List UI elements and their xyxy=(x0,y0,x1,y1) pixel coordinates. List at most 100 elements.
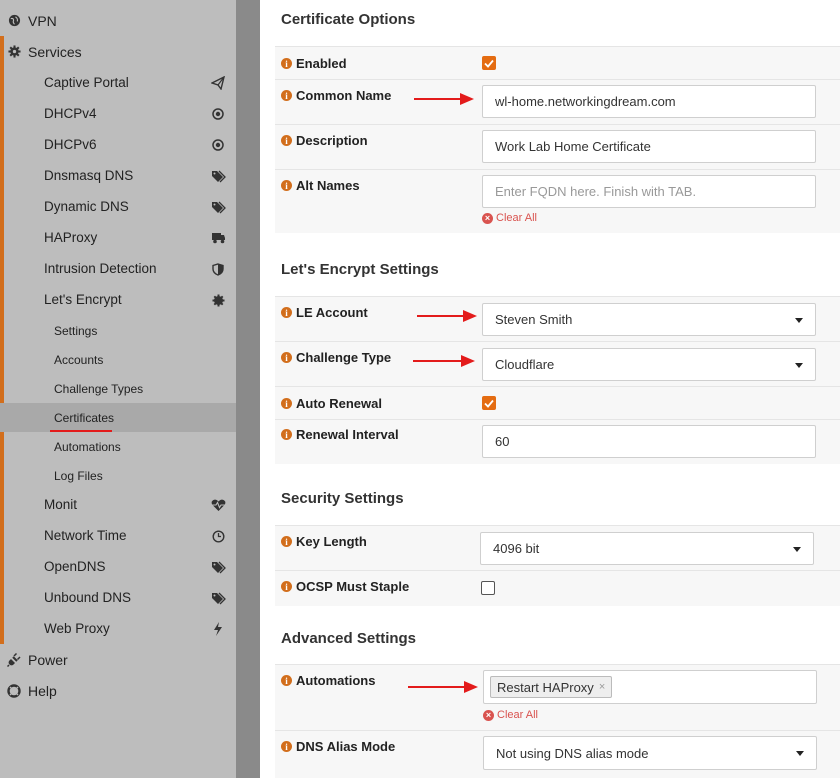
sidebar-subitem-label: Log Files xyxy=(54,468,103,483)
label-text: Automations xyxy=(296,673,376,688)
info-icon[interactable]: i xyxy=(281,352,292,363)
challenge-type-select[interactable]: Cloudflare xyxy=(482,348,816,381)
sidebar-item-label: Services xyxy=(28,43,82,60)
field-label: i DNS Alias Mode xyxy=(281,739,395,754)
sidebar-item-opendns[interactable]: OpenDNS xyxy=(0,551,236,582)
heartbeat-icon xyxy=(210,497,226,513)
renewal-interval-input[interactable]: 60 xyxy=(482,425,816,458)
paper-plane-icon xyxy=(210,75,226,91)
row-dns-alias-mode: i DNS Alias Mode Not using DNS alias mod… xyxy=(275,730,840,778)
info-icon[interactable]: i xyxy=(281,90,292,101)
tags-icon xyxy=(210,168,226,184)
bullseye-icon xyxy=(210,106,226,122)
tag-remove-icon[interactable]: × xyxy=(599,681,605,693)
sidebar-item-intrusion-detection[interactable]: Intrusion Detection xyxy=(0,253,236,284)
sidebar-item-web-proxy[interactable]: Web Proxy xyxy=(0,613,236,644)
sidebar-item-label: Power xyxy=(28,651,68,668)
section-title-certificate-options: Certificate Options xyxy=(281,11,416,28)
sidebar-item-haproxy[interactable]: HAProxy xyxy=(0,222,236,253)
sidebar-subitem-automations[interactable]: Automations xyxy=(0,432,236,461)
sidebar-item-label: VPN xyxy=(28,12,57,29)
common-name-input[interactable]: wl-home.networkingdream.com xyxy=(482,85,816,118)
clear-all-text: Clear All xyxy=(496,212,537,224)
sidebar-item-label: Web Proxy xyxy=(44,621,110,636)
field-label: i Alt Names xyxy=(281,178,360,193)
caret-down-icon xyxy=(795,362,803,368)
sidebar-item-dhcpv6[interactable]: DHCPv6 xyxy=(0,129,236,160)
ocsp-must-staple-checkbox[interactable] xyxy=(481,581,495,595)
clear-icon: × xyxy=(483,709,494,721)
sidebar-item-lets-encrypt[interactable]: Let's Encrypt xyxy=(0,284,236,315)
select-value: Steven Smith xyxy=(495,312,573,327)
certificate-icon xyxy=(210,292,226,308)
bullseye-icon xyxy=(210,137,226,153)
alt-names-clear-all-link[interactable]: × Clear All xyxy=(482,212,537,224)
sidebar-item-network-time[interactable]: Network Time xyxy=(0,520,236,551)
sidebar-subitem-challenge-types[interactable]: Challenge Types xyxy=(0,374,236,403)
sidebar-item-power[interactable]: Power xyxy=(0,644,236,675)
row-renewal-interval: i Renewal Interval 60 xyxy=(275,419,840,464)
sidebar-subitem-label: Accounts xyxy=(54,352,104,367)
automations-clear-all-link[interactable]: × Clear All xyxy=(483,709,538,721)
label-text: DNS Alias Mode xyxy=(296,739,396,754)
section-title-le-settings: Let's Encrypt Settings xyxy=(281,261,439,278)
label-text: LE Account xyxy=(296,305,368,320)
row-le-account: i LE Account Steven Smith xyxy=(275,296,840,341)
sidebar-item-unbound-dns[interactable]: Unbound DNS xyxy=(0,582,236,613)
label-text: Alt Names xyxy=(296,178,360,193)
alt-names-input[interactable]: Enter FQDN here. Finish with TAB. xyxy=(482,175,816,208)
info-icon[interactable]: i xyxy=(281,741,292,752)
sidebar-item-label: DHCPv4 xyxy=(44,106,97,121)
caret-down-icon xyxy=(795,317,803,323)
sidebar-subitem-settings[interactable]: Settings xyxy=(0,316,236,345)
sidebar-item-captive-portal[interactable]: Captive Portal xyxy=(0,67,236,98)
info-icon[interactable]: i xyxy=(281,307,292,318)
sidebar-item-dynamic-dns[interactable]: Dynamic DNS xyxy=(0,191,236,222)
description-input[interactable]: Work Lab Home Certificate xyxy=(482,130,816,163)
field-label: i OCSP Must Staple xyxy=(281,579,409,594)
label-text: OCSP Must Staple xyxy=(296,579,410,594)
shield-icon xyxy=(210,261,226,277)
label-text: Key Length xyxy=(296,534,367,549)
enabled-checkbox[interactable] xyxy=(482,56,496,70)
sidebar-item-dnsmasq-dns[interactable]: Dnsmasq DNS xyxy=(0,160,236,191)
bolt-icon xyxy=(210,621,226,637)
info-icon[interactable]: i xyxy=(281,398,292,409)
sidebar-item-label: Intrusion Detection xyxy=(44,261,157,276)
overlay-backdrop xyxy=(236,0,260,778)
info-icon[interactable]: i xyxy=(281,536,292,547)
select-value: Cloudflare xyxy=(495,357,555,372)
info-icon[interactable]: i xyxy=(281,135,292,146)
info-icon[interactable]: i xyxy=(281,180,292,191)
section-title-security: Security Settings xyxy=(281,490,404,507)
tags-icon xyxy=(210,199,226,215)
life-ring-icon xyxy=(0,683,28,698)
truck-icon xyxy=(210,230,226,246)
sidebar-item-help[interactable]: Help xyxy=(0,675,236,706)
info-icon[interactable]: i xyxy=(281,429,292,440)
sidebar-item-monit[interactable]: Monit xyxy=(0,489,236,520)
sidebar-subitem-accounts[interactable]: Accounts xyxy=(0,345,236,374)
info-icon[interactable]: i xyxy=(281,58,292,69)
sidebar-item-services[interactable]: Services xyxy=(0,36,236,67)
sidebar-item-label: HAProxy xyxy=(44,230,98,245)
automation-tag: Restart HAProxy × xyxy=(490,676,613,698)
field-label: i Key Length xyxy=(281,534,367,549)
info-icon[interactable]: i xyxy=(281,581,292,592)
key-length-select[interactable]: 4096 bit xyxy=(480,532,814,565)
dns-alias-mode-select[interactable]: Not using DNS alias mode xyxy=(483,736,817,770)
sidebar-item-vpn[interactable]: VPN xyxy=(0,5,236,36)
sidebar-item-label: Dynamic DNS xyxy=(44,199,129,214)
label-text: Challenge Type xyxy=(296,350,392,365)
tags-icon xyxy=(210,559,226,575)
row-challenge-type: i Challenge Type Cloudflare xyxy=(275,341,840,386)
sidebar-subitem-log-files[interactable]: Log Files xyxy=(0,461,236,490)
auto-renewal-checkbox[interactable] xyxy=(482,396,496,410)
sidebar-item-label: Unbound DNS xyxy=(44,590,132,605)
sidebar-item-dhcpv4[interactable]: DHCPv4 xyxy=(0,98,236,129)
le-account-select[interactable]: Steven Smith xyxy=(482,303,816,336)
info-icon[interactable]: i xyxy=(281,675,292,686)
field-label: i Common Name xyxy=(281,88,391,103)
automations-tag-input[interactable]: Restart HAProxy × xyxy=(483,670,817,704)
sidebar-subitem-certificates[interactable]: Certificates xyxy=(0,403,236,432)
